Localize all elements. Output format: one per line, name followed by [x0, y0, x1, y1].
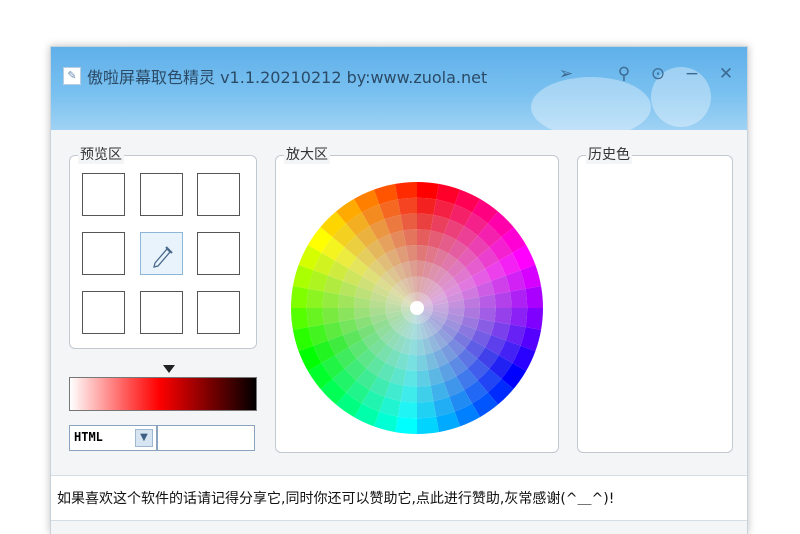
preview-cell — [197, 291, 240, 334]
color-wheel-segment[interactable] — [306, 288, 324, 308]
color-wheel-segment[interactable] — [510, 308, 528, 328]
color-wheel[interactable] — [276, 156, 558, 452]
preview-cell — [82, 173, 125, 216]
app-window: ✎ 傲啦屏幕取色精灵 v1.1.20210212 by:www.zuola.ne… — [50, 46, 748, 534]
title-bar[interactable]: ✎ 傲啦屏幕取色精灵 v1.1.20210212 by:www.zuola.ne… — [51, 47, 747, 130]
color-wheel-segment[interactable] — [417, 182, 439, 200]
zoom-group: 放大区 — [275, 146, 559, 453]
format-select[interactable]: HTML ▼ — [69, 425, 157, 451]
color-wheel-segment[interactable] — [291, 286, 309, 308]
color-wheel-segment[interactable] — [417, 197, 437, 215]
preview-cell — [140, 291, 183, 334]
minimize-button[interactable]: − — [681, 63, 703, 85]
color-wheel-segment[interactable] — [400, 385, 417, 403]
color-gradient-bar[interactable] — [69, 377, 257, 411]
color-wheel-segment[interactable] — [291, 308, 309, 330]
color-wheel-segment[interactable] — [417, 385, 434, 403]
color-wheel-segment[interactable] — [525, 286, 543, 308]
chevron-down-icon[interactable]: ▼ — [135, 429, 153, 447]
color-wheel-segment[interactable] — [494, 308, 512, 325]
preview-cell — [82, 232, 125, 275]
app-icon: ✎ — [63, 67, 81, 85]
preview-group: 预览区 — [69, 146, 257, 349]
format-select-value: HTML — [74, 430, 103, 444]
preview-cell — [82, 291, 125, 334]
color-wheel-segment[interactable] — [395, 182, 417, 200]
preview-label: 预览区 — [78, 146, 124, 164]
preview-cell — [197, 232, 240, 275]
color-wheel-segment[interactable] — [417, 416, 439, 434]
history-group: 历史色 — [577, 146, 733, 453]
close-button[interactable]: ✕ — [715, 63, 737, 85]
color-wheel-segment[interactable] — [417, 401, 437, 419]
settings-icon[interactable]: ⊙ — [647, 63, 669, 85]
sponsor-message[interactable]: 如果喜欢这个软件的话请记得分享它,同时你还可以赞助它,点此进行赞助,灰常感谢(^… — [57, 488, 614, 508]
color-wheel-segment[interactable] — [322, 291, 340, 308]
preview-cell — [140, 173, 183, 216]
preview-cell — [197, 173, 240, 216]
history-label: 历史色 — [586, 146, 632, 164]
gradient-pointer-icon — [163, 365, 175, 373]
eyedropper-icon — [153, 246, 173, 268]
sponsor-bar[interactable]: 如果喜欢这个软件的话请记得分享它,同时你还可以赞助它,点此进行赞助,灰常感谢(^… — [51, 475, 747, 521]
color-wheel-segment[interactable] — [510, 288, 528, 308]
color-value-field[interactable] — [157, 425, 255, 451]
color-wheel-center — [410, 301, 424, 315]
color-wheel-segment[interactable] — [397, 197, 417, 215]
color-wheel-segment[interactable] — [306, 308, 324, 328]
color-wheel-segment[interactable] — [322, 308, 340, 325]
color-wheel-segment[interactable] — [400, 213, 417, 231]
color-wheel-segment[interactable] — [417, 213, 434, 231]
color-wheel-segment[interactable] — [397, 401, 417, 419]
send-icon[interactable]: ➢ — [555, 63, 577, 85]
color-wheel-segment[interactable] — [494, 291, 512, 308]
window-title: 傲啦屏幕取色精灵 v1.1.20210212 by:www.zuola.net — [87, 68, 488, 87]
eyedropper-cell[interactable] — [140, 232, 183, 275]
pin-icon[interactable]: ⚲ — [613, 63, 635, 85]
color-wheel-segment[interactable] — [525, 308, 543, 330]
color-wheel-segment[interactable] — [395, 416, 417, 434]
